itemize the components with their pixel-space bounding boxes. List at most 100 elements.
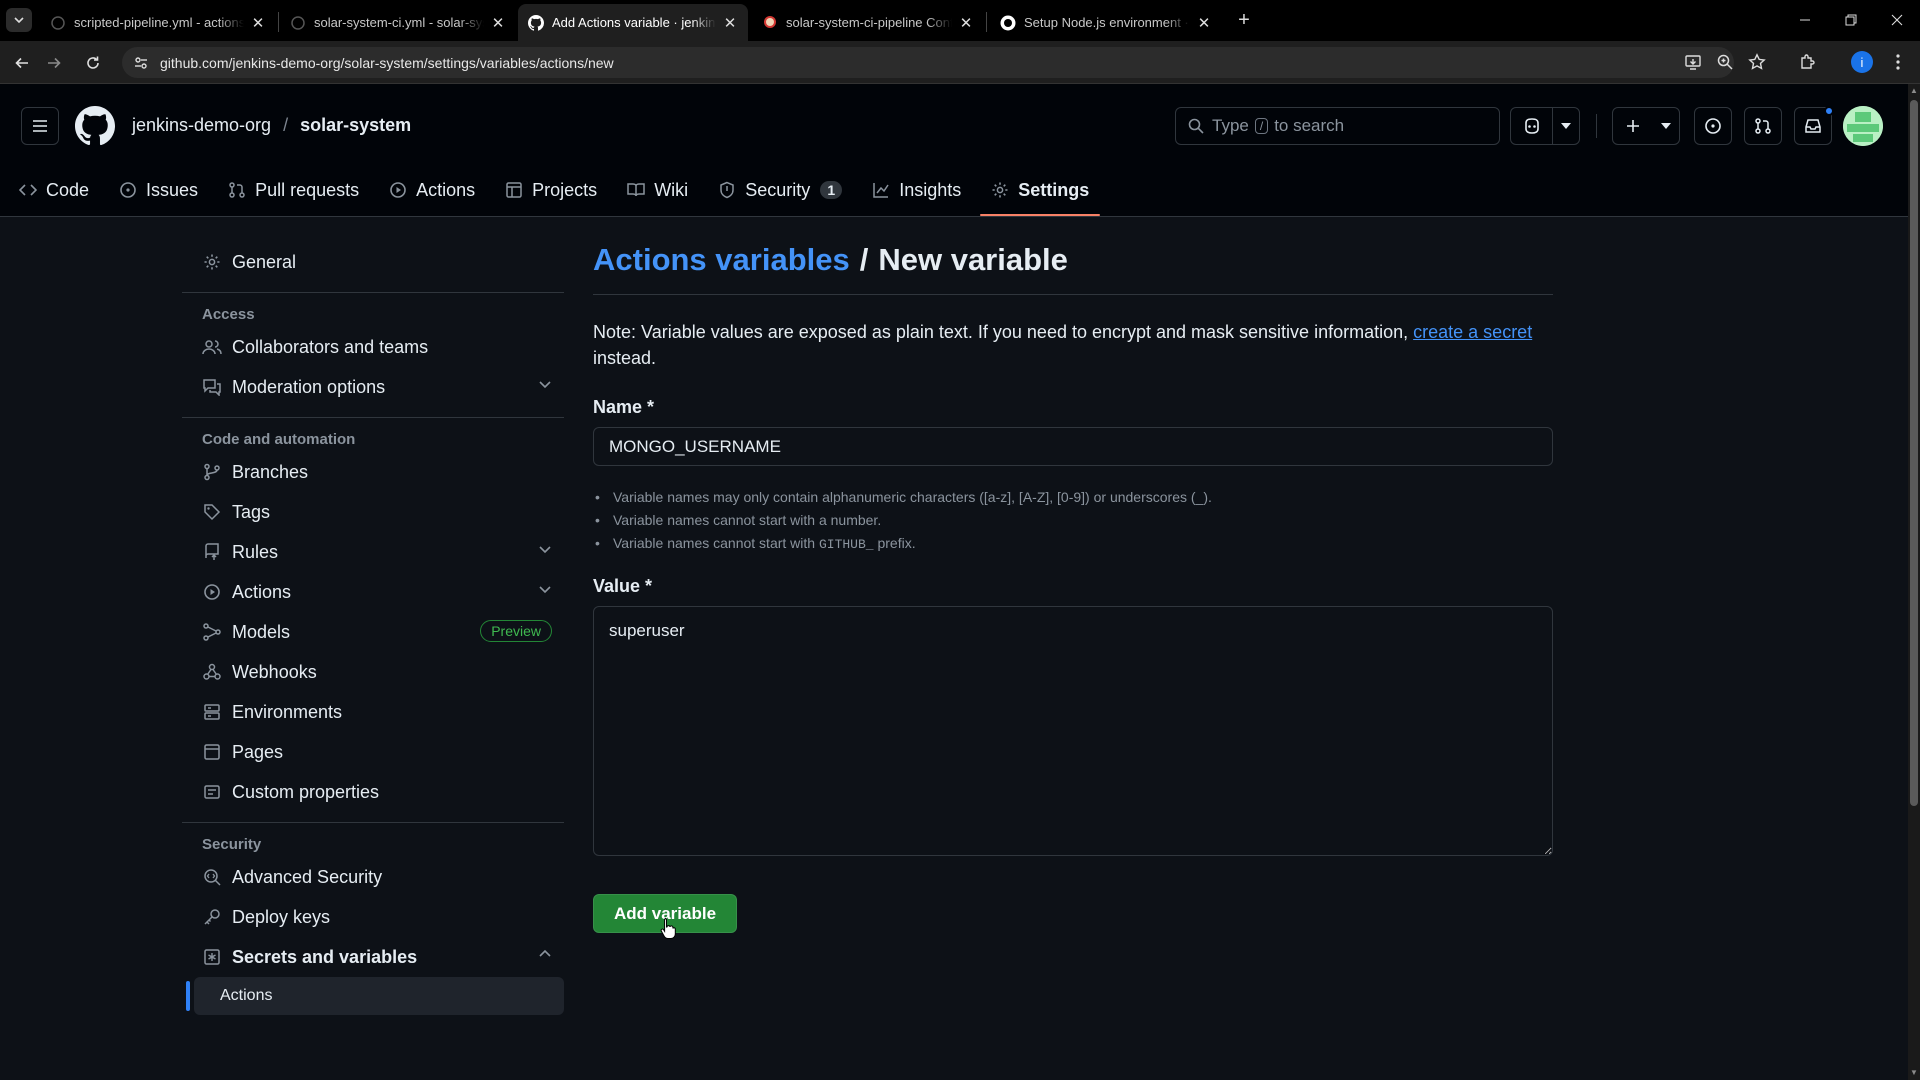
tab-projects[interactable]: Projects [494, 164, 608, 216]
sidebar-item-rules[interactable]: Rules [182, 532, 564, 572]
variable-name-input[interactable] [593, 427, 1553, 466]
tab-label: Settings [1018, 179, 1090, 200]
issues-button[interactable] [1694, 107, 1732, 145]
sidebar-item-secrets-and-variables[interactable]: Secrets and variables [182, 937, 564, 977]
sidebar-item-label: Moderation options [232, 376, 386, 397]
scroll-up-arrow-icon[interactable]: ▲ [1910, 87, 1918, 95]
profile-avatar: i [1851, 51, 1873, 73]
reload-icon [87, 56, 99, 69]
install-app-button[interactable] [1678, 47, 1708, 77]
new-tab-button[interactable]: + [1230, 8, 1258, 32]
chevron-down-icon [539, 546, 551, 554]
sidebar-item-webhooks[interactable]: Webhooks [182, 652, 564, 692]
user-avatar[interactable] [1843, 106, 1883, 146]
scroll-down-arrow-icon[interactable]: ▼ [1910, 1069, 1918, 1077]
browser-tab-2[interactable]: solar-system-ci.yml - solar-syst ✕ [280, 4, 516, 41]
title-separator: / [859, 242, 869, 277]
tab-issues[interactable]: Issues [108, 164, 209, 216]
sidebar-item-custom-properties[interactable]: Custom properties [182, 772, 564, 812]
copilot-main[interactable] [1511, 108, 1552, 144]
sidebar-item-branches[interactable]: Branches [182, 452, 564, 492]
copilot-dropdown[interactable] [1553, 108, 1579, 144]
extensions-button[interactable] [1793, 47, 1823, 77]
header-divider [1596, 114, 1597, 138]
gear-icon [204, 254, 220, 270]
sidebar-item-deploy-keys[interactable]: Deploy keys [182, 897, 564, 937]
sidebar-item-tags[interactable]: Tags [182, 492, 564, 532]
plain-text-note: Note: Variable values are exposed as pla… [593, 319, 1553, 371]
name-rule: Variable names may only contain alphanum… [593, 486, 1553, 509]
tab-title: solar-system-ci.yml - solar-syst [314, 15, 484, 30]
page-scrollbar[interactable]: ▲ ▼ [1908, 84, 1920, 1080]
browser-menu-button[interactable] [1883, 47, 1913, 77]
close-icon[interactable]: ✕ [1196, 15, 1212, 32]
scrollbar-thumb[interactable] [1910, 100, 1918, 806]
tab-settings[interactable]: Settings [980, 164, 1101, 216]
zoom-button[interactable] [1710, 47, 1740, 77]
inbox-icon [1805, 119, 1821, 133]
code-icon [19, 184, 37, 196]
reload-button[interactable] [79, 49, 107, 77]
sidebar-item-environments[interactable]: Environments [182, 692, 564, 732]
tab-search-button[interactable] [6, 8, 32, 32]
open-global-nav-button[interactable] [21, 107, 59, 145]
repo-link[interactable]: solar-system [300, 115, 411, 136]
plus-icon [1627, 120, 1639, 132]
sidebar-item-general[interactable]: General [182, 242, 564, 282]
create-new-dropdown[interactable] [1653, 108, 1679, 144]
sidebar-item-models[interactable]: Models Preview [182, 612, 564, 652]
create-new-button[interactable] [1612, 107, 1680, 145]
site-info-button[interactable] [130, 52, 152, 74]
address-bar[interactable]: github.com/jenkins-demo-org/solar-system… [122, 47, 1734, 78]
name-label: Name * [593, 397, 655, 417]
create-secret-link[interactable]: create a secret [1413, 322, 1532, 342]
sidebar-item-label: Pages [232, 741, 284, 762]
search-input[interactable]: Type / to search [1175, 107, 1500, 145]
minimize-button[interactable] [1782, 0, 1828, 40]
variable-value-textarea[interactable]: superuser [593, 606, 1553, 856]
close-icon[interactable]: ✕ [958, 15, 974, 32]
bookmark-button[interactable] [1742, 47, 1772, 77]
owner-link[interactable]: jenkins-demo-org [132, 115, 271, 136]
copilot-button[interactable] [1510, 107, 1580, 145]
browser-tab-4[interactable]: solar-system-ci-pipeline Config ✕ [752, 4, 984, 41]
tab-actions[interactable]: Actions [378, 164, 486, 216]
back-button[interactable] [8, 49, 36, 77]
github-logo-icon[interactable] [75, 106, 115, 146]
tab-title: Setup Node.js environment · Ac [1024, 15, 1190, 30]
tab-title: Add Actions variable · jenkins-d [552, 15, 716, 30]
restore-icon [1845, 14, 1857, 26]
sidebar-item-collaborators[interactable]: Collaborators and teams [182, 327, 564, 367]
create-new-main[interactable] [1613, 108, 1653, 144]
sidebar-item-pages[interactable]: Pages [182, 732, 564, 772]
forward-button[interactable] [40, 49, 68, 77]
key-icon [204, 909, 220, 925]
browser-tab-5[interactable]: Setup Node.js environment · Ac ✕ [990, 4, 1222, 41]
tab-pull-requests[interactable]: Pull requests [217, 164, 370, 216]
sidebar-item-moderation[interactable]: Moderation options [182, 367, 564, 407]
sidebar-item-actions[interactable]: Actions [182, 572, 564, 612]
graph-icon [873, 183, 889, 198]
triangle-down-icon [1661, 123, 1671, 129]
actions-variables-link[interactable]: Actions variables [593, 242, 850, 277]
tab-insights[interactable]: Insights [861, 164, 972, 216]
sidebar-subitem-actions-selected[interactable]: Actions [186, 977, 564, 1015]
tab-code[interactable]: Code [8, 164, 100, 216]
tab-security[interactable]: Security 1 [707, 164, 853, 216]
browser-tab-1[interactable]: scripted-pipeline.yml - actions- ✕ [40, 4, 276, 41]
tab-label: Actions [416, 179, 476, 200]
tab-wiki[interactable]: Wiki [616, 164, 699, 216]
sidebar-item-advanced-security[interactable]: Advanced Security [182, 857, 564, 897]
restore-button[interactable] [1828, 0, 1874, 40]
close-icon[interactable]: ✕ [722, 15, 738, 32]
sidebar-item-label: Rules [232, 541, 279, 562]
browser-tab-3-active[interactable]: Add Actions variable · jenkins-d ✕ [518, 4, 748, 41]
close-icon[interactable]: ✕ [490, 15, 506, 32]
profile-button[interactable]: i [1847, 47, 1877, 77]
preview-badge: Preview [480, 620, 552, 642]
play-icon [204, 584, 220, 600]
pull-requests-button[interactable] [1744, 107, 1782, 145]
close-window-button[interactable] [1874, 0, 1920, 40]
sidebar-subitem-label: Actions [220, 987, 273, 1004]
close-icon[interactable]: ✕ [250, 15, 266, 32]
